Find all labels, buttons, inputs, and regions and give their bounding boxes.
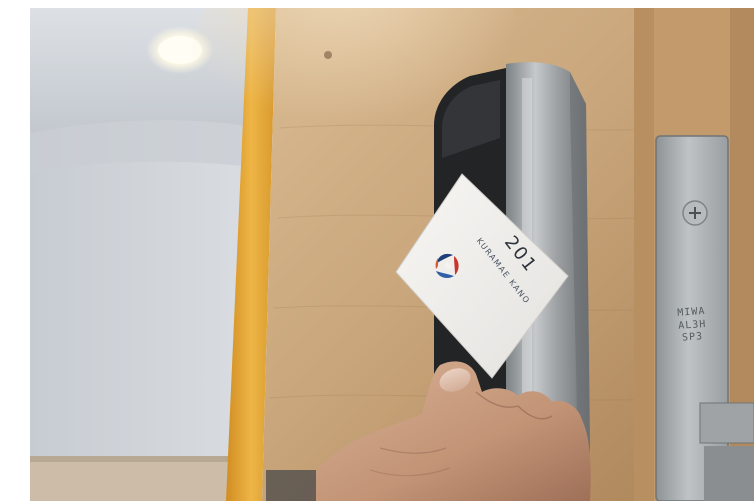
floor-trim	[30, 460, 260, 501]
plate-brand: MIWA	[676, 305, 706, 319]
latch-bolt	[699, 402, 754, 444]
door-peg	[324, 51, 332, 59]
door-frame-edge	[634, 8, 654, 501]
scene-illustration	[30, 8, 754, 501]
door-handle-base	[266, 470, 316, 501]
door-lock-photo: KURAMAE KANO 201 MIWA AL3H SP3	[30, 8, 754, 501]
plate-model-line1: AL3H	[677, 318, 707, 332]
plate-model-line2: SP3	[681, 331, 704, 344]
photo-frame: KURAMAE KANO 201 MIWA AL3H SP3	[0, 0, 754, 501]
